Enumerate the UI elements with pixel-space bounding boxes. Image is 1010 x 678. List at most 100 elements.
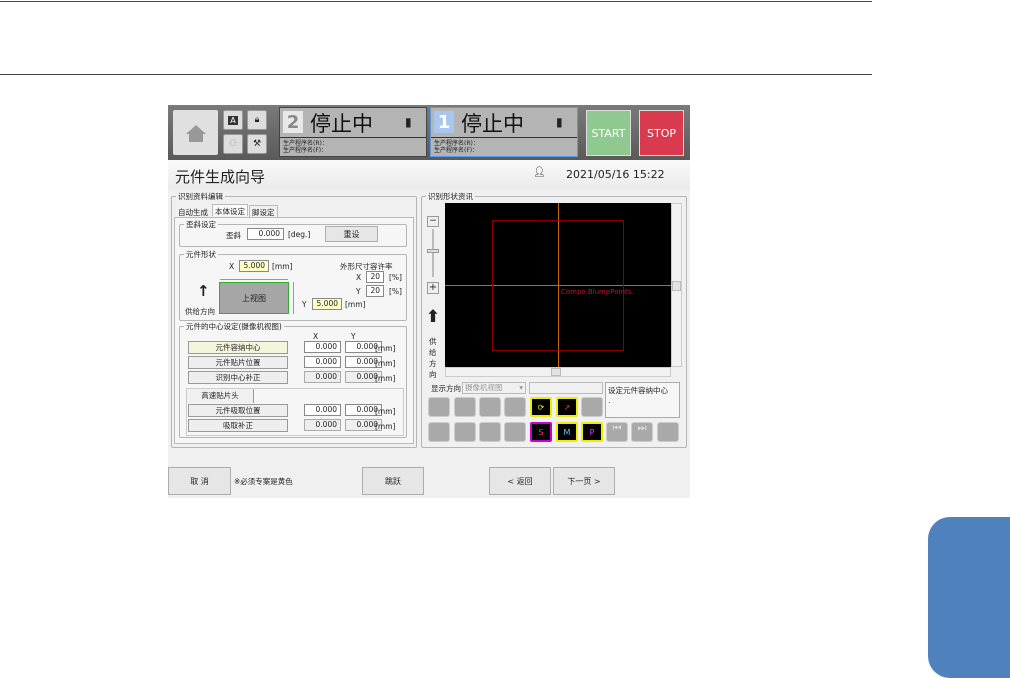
group-title: 元件的中心设定(摄像机视图) <box>186 322 282 331</box>
display-direction-label: 显示方向 <box>431 384 461 393</box>
recognition-offset-button[interactable]: 识别中心补正 <box>188 371 288 384</box>
top-view-box: 上视图 <box>219 282 289 314</box>
storage-center-button[interactable]: 元件容纳中心 <box>188 341 288 354</box>
skew-input[interactable]: 0.000 <box>247 228 284 240</box>
group-title: 元件形状 <box>186 250 216 259</box>
zoom-slider-thumb[interactable] <box>427 249 439 253</box>
home-icon <box>185 124 206 142</box>
top-view-label: 上视图 <box>242 293 266 303</box>
cancel-button[interactable]: 取 消 <box>168 467 231 495</box>
tol-y-unit: [%] <box>389 287 402 296</box>
tool-slot[interactable] <box>504 397 526 417</box>
previous-button[interactable]: ⏮ <box>606 422 628 442</box>
info-sub: . <box>608 396 611 405</box>
station-status: 停止中 <box>310 112 373 136</box>
rotate-icon: ⟳ <box>537 402 545 412</box>
tool-slot[interactable] <box>454 397 476 417</box>
col-x-header: X <box>313 332 319 341</box>
tol-y-input[interactable]: 20 <box>366 285 384 297</box>
tool-slot[interactable] <box>428 422 450 442</box>
station-1-panel[interactable]: 1 停止中 ▮ 生产程序名(R)： 生产程序名(F)： <box>430 107 578 157</box>
recognition-canvas[interactable]: Compo.BlumpPoInts. <box>445 203 671 367</box>
program-names: 生产程序名(R)： 生产程序名(F)： <box>431 137 577 157</box>
header-rule <box>0 74 872 75</box>
tol-x-label: X <box>356 273 362 282</box>
tol-x-input[interactable]: 20 <box>366 271 384 283</box>
size-x-unit: [mm] <box>272 262 293 271</box>
crosshair-s-icon: S <box>538 427 544 437</box>
feed-direction-label: 供给方向 <box>185 307 215 316</box>
tol-x-unit: [%] <box>389 273 402 282</box>
start-button[interactable]: START <box>586 110 631 156</box>
tool-slot[interactable] <box>454 422 476 442</box>
zoom-in-button[interactable]: + <box>427 282 439 294</box>
reset-button[interactable]: 重设 <box>325 226 378 242</box>
tool-slot[interactable] <box>428 397 450 417</box>
lock-button[interactable]: 🔒︎ <box>247 110 267 130</box>
char: 向 <box>429 370 437 379</box>
mount-tool-button[interactable]: M <box>556 422 578 442</box>
storage-center-x[interactable]: 0.000 <box>304 341 341 353</box>
pickup-offset-button[interactable]: 吸取补正 <box>188 419 288 432</box>
horizontal-scrollbar[interactable] <box>445 367 671 377</box>
tool-slot[interactable] <box>479 397 501 417</box>
tool-slot[interactable] <box>581 397 603 417</box>
tool-slot[interactable] <box>504 422 526 442</box>
tab-leads[interactable]: 脚设定 <box>249 205 278 217</box>
size-x-input[interactable]: 5.000 <box>239 260 269 272</box>
zoom-slider[interactable] <box>432 229 434 277</box>
height-dimension-arrow <box>293 282 294 314</box>
storage-center-tool-button[interactable]: S <box>530 422 552 442</box>
tab-body[interactable]: 本体设定 <box>212 204 248 216</box>
unit: [mm] <box>375 359 396 368</box>
feed-direction-vertical: 供给方向 <box>429 336 439 380</box>
tool-slot[interactable] <box>479 422 501 442</box>
vertical-scrollbar[interactable] <box>671 203 682 367</box>
move-tool-button[interactable]: ↗ <box>556 397 578 417</box>
rotate-tool-button[interactable]: ⟳ <box>530 397 552 417</box>
home-button[interactable] <box>173 110 218 155</box>
operator-button[interactable]: ⚇ <box>223 134 243 154</box>
next-page-button[interactable]: 下一页 > <box>553 467 615 495</box>
user-key-icon: 👤︎ <box>533 167 546 178</box>
auto-mode-button[interactable]: A <box>223 110 243 130</box>
operator-clipboard-icon: ▮ <box>556 115 563 129</box>
display-direction-select[interactable]: 摄像机视图 ▾ <box>462 382 526 394</box>
auto-icon: A <box>228 115 238 125</box>
size-y-input[interactable]: 5.000 <box>312 298 342 310</box>
chevron-down-icon: ▾ <box>519 383 523 392</box>
station-2-panel[interactable]: 2 停止中 ▮ 生产程序名(R)： 生产程序名(F)： <box>279 107 427 157</box>
placement-position-x[interactable]: 0.000 <box>304 356 341 368</box>
lock-icon: 🔒︎ <box>254 115 260 125</box>
program-r: 生产程序名(R)： <box>283 140 328 147</box>
zoom-out-button[interactable]: − <box>427 216 439 227</box>
unit: [mm] <box>375 374 396 383</box>
skip-button[interactable]: 跳跃 <box>362 467 424 495</box>
placement-position-button[interactable]: 元件贴片位置 <box>188 356 288 369</box>
pickup-position-button[interactable]: 元件吸取位置 <box>188 404 288 417</box>
info-box: 设定元件容纳中心. <box>605 382 680 418</box>
program-r: 生产程序名(R)： <box>434 140 479 147</box>
tool-slot[interactable] <box>657 422 679 442</box>
required-note: ※必须专案是黄色 <box>234 477 293 486</box>
next-button[interactable]: ⏭ <box>631 422 653 442</box>
skew-label: 歪斜 <box>226 231 241 240</box>
pickup-tool-button[interactable]: P <box>581 422 603 442</box>
width-dimension-arrow <box>220 279 288 280</box>
char: 供 <box>429 337 437 346</box>
stop-button[interactable]: STOP <box>639 110 684 156</box>
char: 给 <box>429 348 437 357</box>
info-text: 设定元件容纳中心 <box>608 386 668 395</box>
chapter-tab <box>928 517 1010 678</box>
size-y-label: Y <box>302 300 307 309</box>
back-button[interactable]: < 返回 <box>489 467 551 495</box>
group-title: 识别资料编辑 <box>178 192 223 201</box>
feed-arrow-icon: ↑ <box>197 282 210 300</box>
tool-button[interactable]: ⚒ <box>247 134 267 154</box>
program-f: 生产程序名(F)： <box>283 147 328 154</box>
tab-high-speed-head[interactable]: 高速贴片头 <box>187 389 254 403</box>
group-title: 识别形状资讯 <box>428 192 473 201</box>
pickup-position-x[interactable]: 0.000 <box>304 404 341 416</box>
operator-clipboard-icon: ▮ <box>405 115 412 129</box>
overlay-label: Compo.BlumpPoInts. <box>561 288 634 296</box>
